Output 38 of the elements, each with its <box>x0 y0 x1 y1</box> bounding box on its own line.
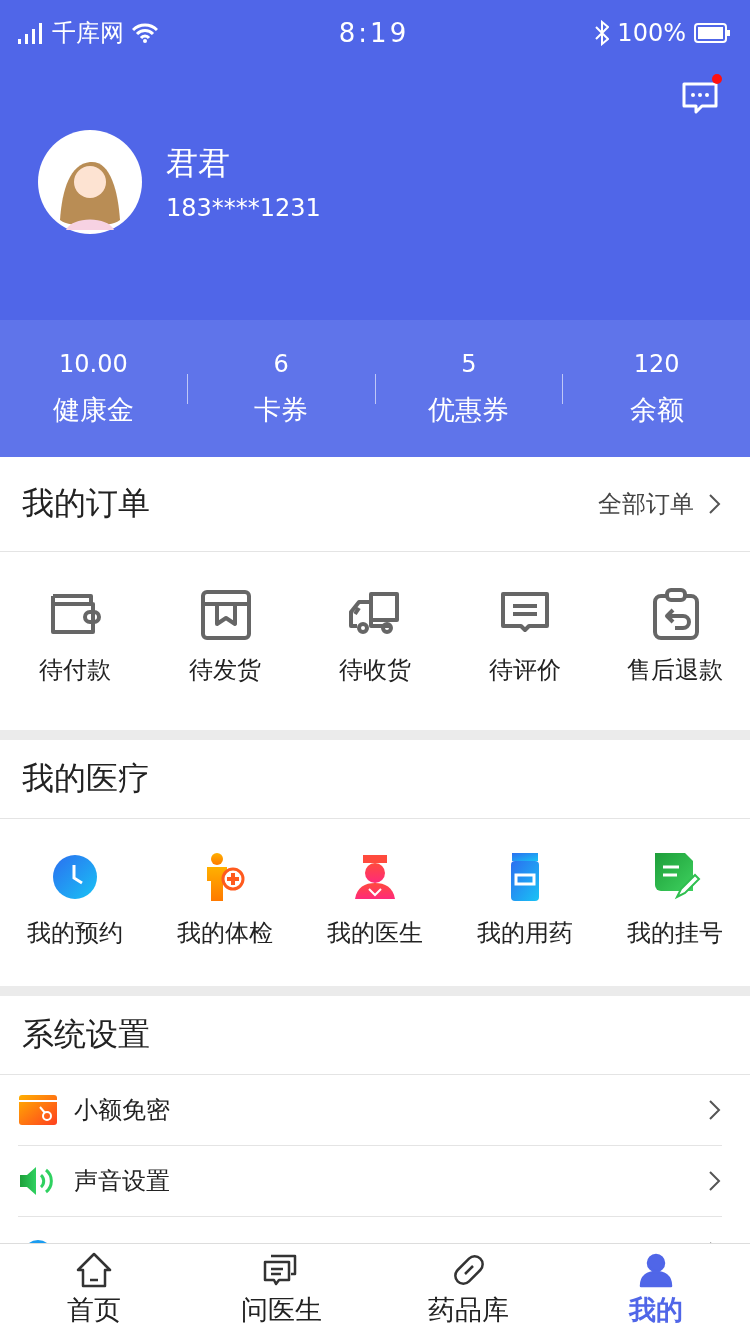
order-status-item[interactable]: 待评价 <box>450 586 600 686</box>
section-title: 系统设置 <box>22 1014 150 1055</box>
settings-row[interactable]: 小额免密 <box>18 1075 722 1146</box>
user-name: 君君 <box>166 143 231 184</box>
medical-service-item[interactable]: 我的挂号 <box>600 849 750 949</box>
status-time: 8:19 <box>338 18 410 48</box>
order-status-item[interactable]: 售后退款 <box>600 586 750 686</box>
bluetooth-icon <box>595 20 610 46</box>
tab-item[interactable]: 问医生 <box>187 1244 375 1334</box>
all-orders-link[interactable]: 全部订单 <box>598 488 728 520</box>
settings-row[interactable]: 声音设置 <box>18 1146 722 1217</box>
tab-item[interactable]: 首页 <box>0 1244 188 1334</box>
stat-item[interactable]: 5 优惠券 <box>375 349 563 428</box>
tab-item[interactable]: 药品库 <box>375 1244 563 1334</box>
battery-icon <box>694 23 730 43</box>
battery-percent: 100% <box>617 19 686 47</box>
medical-service-item[interactable]: 我的医生 <box>300 849 450 949</box>
order-status-item[interactable]: 待收货 <box>300 586 450 686</box>
user-phone: 183****1231 <box>166 194 321 222</box>
chevron-right-icon <box>708 1170 722 1192</box>
chevron-right-icon <box>708 493 722 515</box>
tab-item[interactable]: 我的 <box>562 1244 750 1334</box>
medical-service-item[interactable]: 我的预约 <box>0 849 150 949</box>
medical-service-item[interactable]: 我的体检 <box>150 849 300 949</box>
signal-icon <box>18 22 44 44</box>
wifi-icon <box>132 23 158 43</box>
avatar[interactable] <box>38 130 142 234</box>
section-title: 我的订单 <box>22 483 150 524</box>
chevron-right-icon <box>708 1099 722 1121</box>
stat-item[interactable]: 120 余额 <box>563 349 750 428</box>
stat-item[interactable]: 10.00 健康金 <box>0 349 187 428</box>
order-status-item[interactable]: 待发货 <box>150 586 300 686</box>
order-status-item[interactable]: 待付款 <box>0 586 150 686</box>
carrier-name: 千库网 <box>52 18 124 49</box>
card-icon <box>18 1093 58 1127</box>
section-title: 我的医疗 <box>22 758 150 799</box>
stat-item[interactable]: 6 卡券 <box>187 349 375 428</box>
medical-service-item[interactable]: 我的用药 <box>450 849 600 949</box>
